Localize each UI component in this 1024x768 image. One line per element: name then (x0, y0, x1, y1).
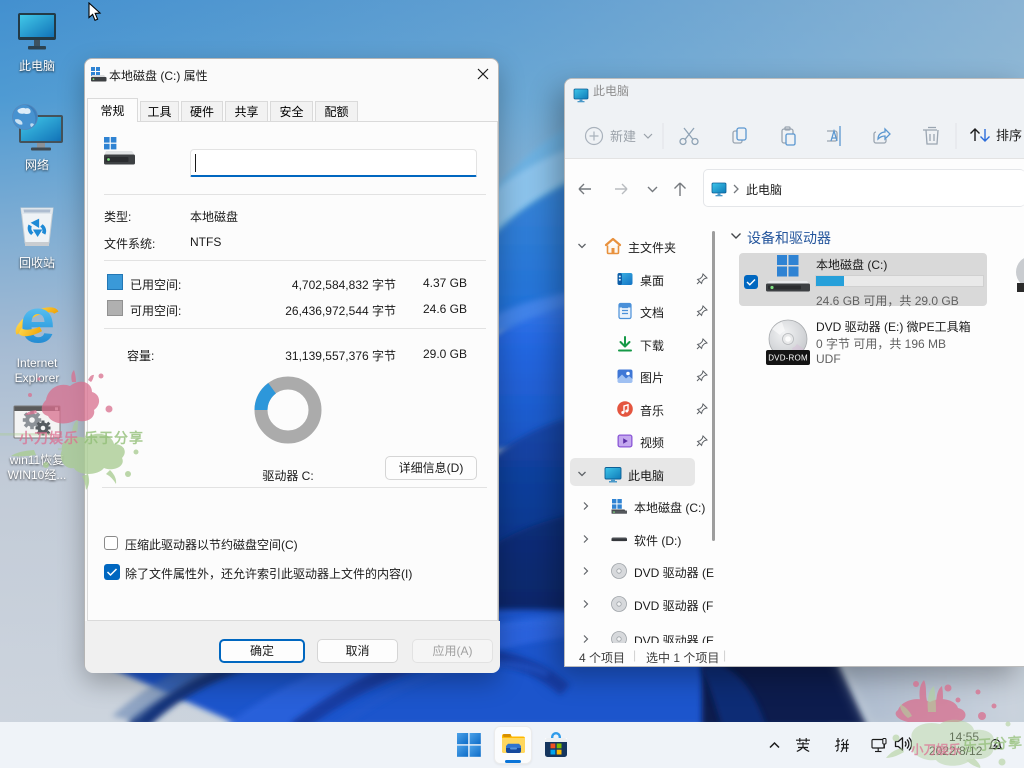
svg-text:新建: 新建 (610, 129, 636, 144)
svg-text:DVD-ROM: DVD-ROM (768, 354, 808, 363)
svg-text:排序: 排序 (996, 128, 1022, 143)
svg-text:e: e (19, 300, 54, 347)
